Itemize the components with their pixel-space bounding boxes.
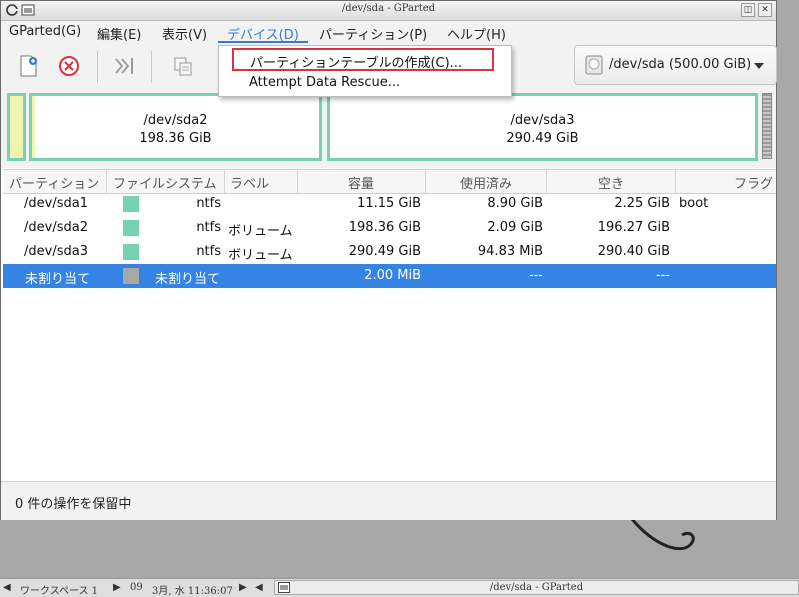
cell-filesystem: ntfs xyxy=(196,196,221,211)
table-row[interactable]: /dev/sda1 ntfs 11.15 GiB 8.90 GiB 2.25 GiB bo… xyxy=(3,192,776,216)
taskbar-arrow-right[interactable]: ▶ xyxy=(113,582,121,593)
menu-view[interactable]: 表示(V) xyxy=(162,24,207,43)
filesystem-color-swatch xyxy=(123,244,139,260)
taskbar: ◀ ワークスペース 1 ▶ 09 3月, 水 11:36:07 ▶ ◀ /dev… xyxy=(0,578,799,597)
device-menu-dropdown: パーティションテーブルの作成(C)... Attempt Data Rescue… xyxy=(218,45,512,97)
cell-filesystem: 未割り当て xyxy=(155,272,221,287)
cell-partition: 未割り当て xyxy=(25,272,91,287)
partition-block-size: 290.49 GiB xyxy=(506,131,579,146)
toolbar-separator xyxy=(97,51,98,83)
filesystem-color-swatch xyxy=(123,220,139,236)
column-size[interactable]: 容量 xyxy=(348,173,374,192)
partition-block-name: /dev/sda3 xyxy=(510,113,575,128)
pending-operations-status: 0 件の操作を保留中 xyxy=(15,497,132,512)
window-titlebar: /dev/sda - GParted ◫ ✕ xyxy=(1,1,776,21)
taskbar-arrow-right[interactable]: ▶ xyxy=(239,582,247,593)
cell-used: --- xyxy=(528,268,543,283)
filesystem-color-swatch xyxy=(123,268,139,284)
cell-partition: /dev/sda1 xyxy=(24,196,88,211)
partition-table-header: パーティション ファイルシステム ラベル 容量 使用済み 空き フラグ xyxy=(3,169,776,194)
hard-disk-icon xyxy=(585,55,603,75)
chevron-down-icon xyxy=(754,63,764,69)
column-separator xyxy=(546,170,547,193)
window-menu-button[interactable]: ◫ xyxy=(741,3,755,17)
partition-block-size: 198.36 GiB xyxy=(139,131,212,146)
create-partition-table-menu-item[interactable]: パーティションテーブルの作成(C)... xyxy=(232,48,494,71)
partition-map: /dev/sda2 198.36 GiB /dev/sda3 290.49 Gi… xyxy=(1,91,776,168)
table-row[interactable]: /dev/sda2 ntfs ボリューム 198.36 GiB 2.09 GiB 196.… xyxy=(3,216,776,240)
column-used[interactable]: 使用済み xyxy=(460,173,512,192)
cell-free: 196.27 GiB xyxy=(597,220,670,235)
cell-free: --- xyxy=(655,268,670,283)
cell-size: 290.49 GiB xyxy=(348,244,421,259)
create-partition-table-label: パーティションテーブルの作成(C)... xyxy=(250,56,463,71)
device-selector[interactable]: /dev/sda (500.00 GiB) xyxy=(574,45,777,85)
cell-used: 2.09 GiB xyxy=(487,220,543,235)
filesystem-color-swatch xyxy=(123,196,139,212)
taskbar-window-title: /dev/sda - GParted xyxy=(489,582,584,593)
taskbar-arrow-left[interactable]: ◀ xyxy=(255,582,263,593)
menu-gparted[interactable]: GParted(G) xyxy=(9,24,81,39)
gparted-window: /dev/sda - GParted ◫ ✕ GParted(G) 編集(E) … xyxy=(0,0,777,520)
cell-flags: boot xyxy=(679,196,709,211)
column-separator xyxy=(224,170,225,193)
cell-filesystem: ntfs xyxy=(196,220,221,235)
workspace-switcher[interactable]: ワークスペース 1 xyxy=(20,582,98,597)
menu-edit[interactable]: 編集(E) xyxy=(97,24,141,43)
statusbar: 0 件の操作を保留中 xyxy=(1,481,776,520)
table-row[interactable]: 未割り当て 未割り当て 2.00 MiB --- --- xyxy=(3,264,776,288)
delete-icon[interactable] xyxy=(56,53,82,79)
column-separator xyxy=(675,170,676,193)
taskbar-day: 09 xyxy=(130,582,143,593)
partition-usage-bar xyxy=(10,96,23,158)
partition-block-sda2[interactable]: /dev/sda2 198.36 GiB xyxy=(29,93,322,161)
partition-block-unallocated[interactable] xyxy=(762,93,772,159)
column-separator xyxy=(297,170,298,193)
cell-free: 290.40 GiB xyxy=(597,244,670,259)
taskbar-clock: 3月, 水 11:36:07 xyxy=(152,586,233,597)
column-partition[interactable]: パーティション xyxy=(9,173,99,192)
partition-block-sda1[interactable] xyxy=(7,93,26,161)
attempt-data-rescue-menu-item[interactable]: Attempt Data Rescue... xyxy=(249,75,400,90)
cell-free: 2.25 GiB xyxy=(614,196,670,211)
column-separator xyxy=(106,170,107,193)
column-filesystem[interactable]: ファイルシステム xyxy=(113,173,217,192)
taskbar-window-button[interactable]: /dev/sda - GParted xyxy=(274,580,799,595)
column-label[interactable]: ラベル xyxy=(230,173,269,192)
column-free[interactable]: 空き xyxy=(598,173,624,192)
device-selector-label: /dev/sda (500.00 GiB) xyxy=(609,57,752,72)
cell-size: 198.36 GiB xyxy=(348,220,421,235)
window-title: /dev/sda - GParted xyxy=(341,3,436,14)
cell-used: 94.83 MiB xyxy=(477,244,543,259)
new-partition-icon[interactable] xyxy=(15,53,41,79)
cell-size: 11.15 GiB xyxy=(357,196,421,211)
cell-filesystem: ntfs xyxy=(196,244,221,259)
table-row[interactable]: /dev/sda3 ntfs ボリューム 290.49 GiB 94.83 MiB 290… xyxy=(3,240,776,264)
cell-partition: /dev/sda3 xyxy=(24,244,88,259)
menu-help[interactable]: ヘルプ(H) xyxy=(447,24,506,43)
taskbar-arrow-left[interactable]: ◀ xyxy=(3,582,11,593)
column-separator xyxy=(425,170,426,193)
copy-icon[interactable] xyxy=(170,53,196,79)
apply-icon[interactable] xyxy=(111,53,137,79)
window-close-button[interactable]: ✕ xyxy=(758,3,772,17)
column-flags[interactable]: フラグ xyxy=(734,173,773,192)
cell-size: 2.00 MiB xyxy=(364,268,421,283)
menubar: GParted(G) 編集(E) 表示(V) デバイス(D) パーティション(P… xyxy=(1,21,776,43)
cell-label: ボリューム xyxy=(228,248,293,263)
cell-partition: /dev/sda2 xyxy=(24,220,88,235)
partition-block-sda3[interactable]: /dev/sda3 290.49 GiB xyxy=(327,93,758,161)
partition-block-name: /dev/sda2 xyxy=(143,113,208,128)
toolbar-separator xyxy=(151,51,152,83)
cell-label: ボリューム xyxy=(228,224,293,239)
cell-used: 8.90 GiB xyxy=(487,196,543,211)
menu-partition[interactable]: パーティション(P) xyxy=(319,24,427,43)
